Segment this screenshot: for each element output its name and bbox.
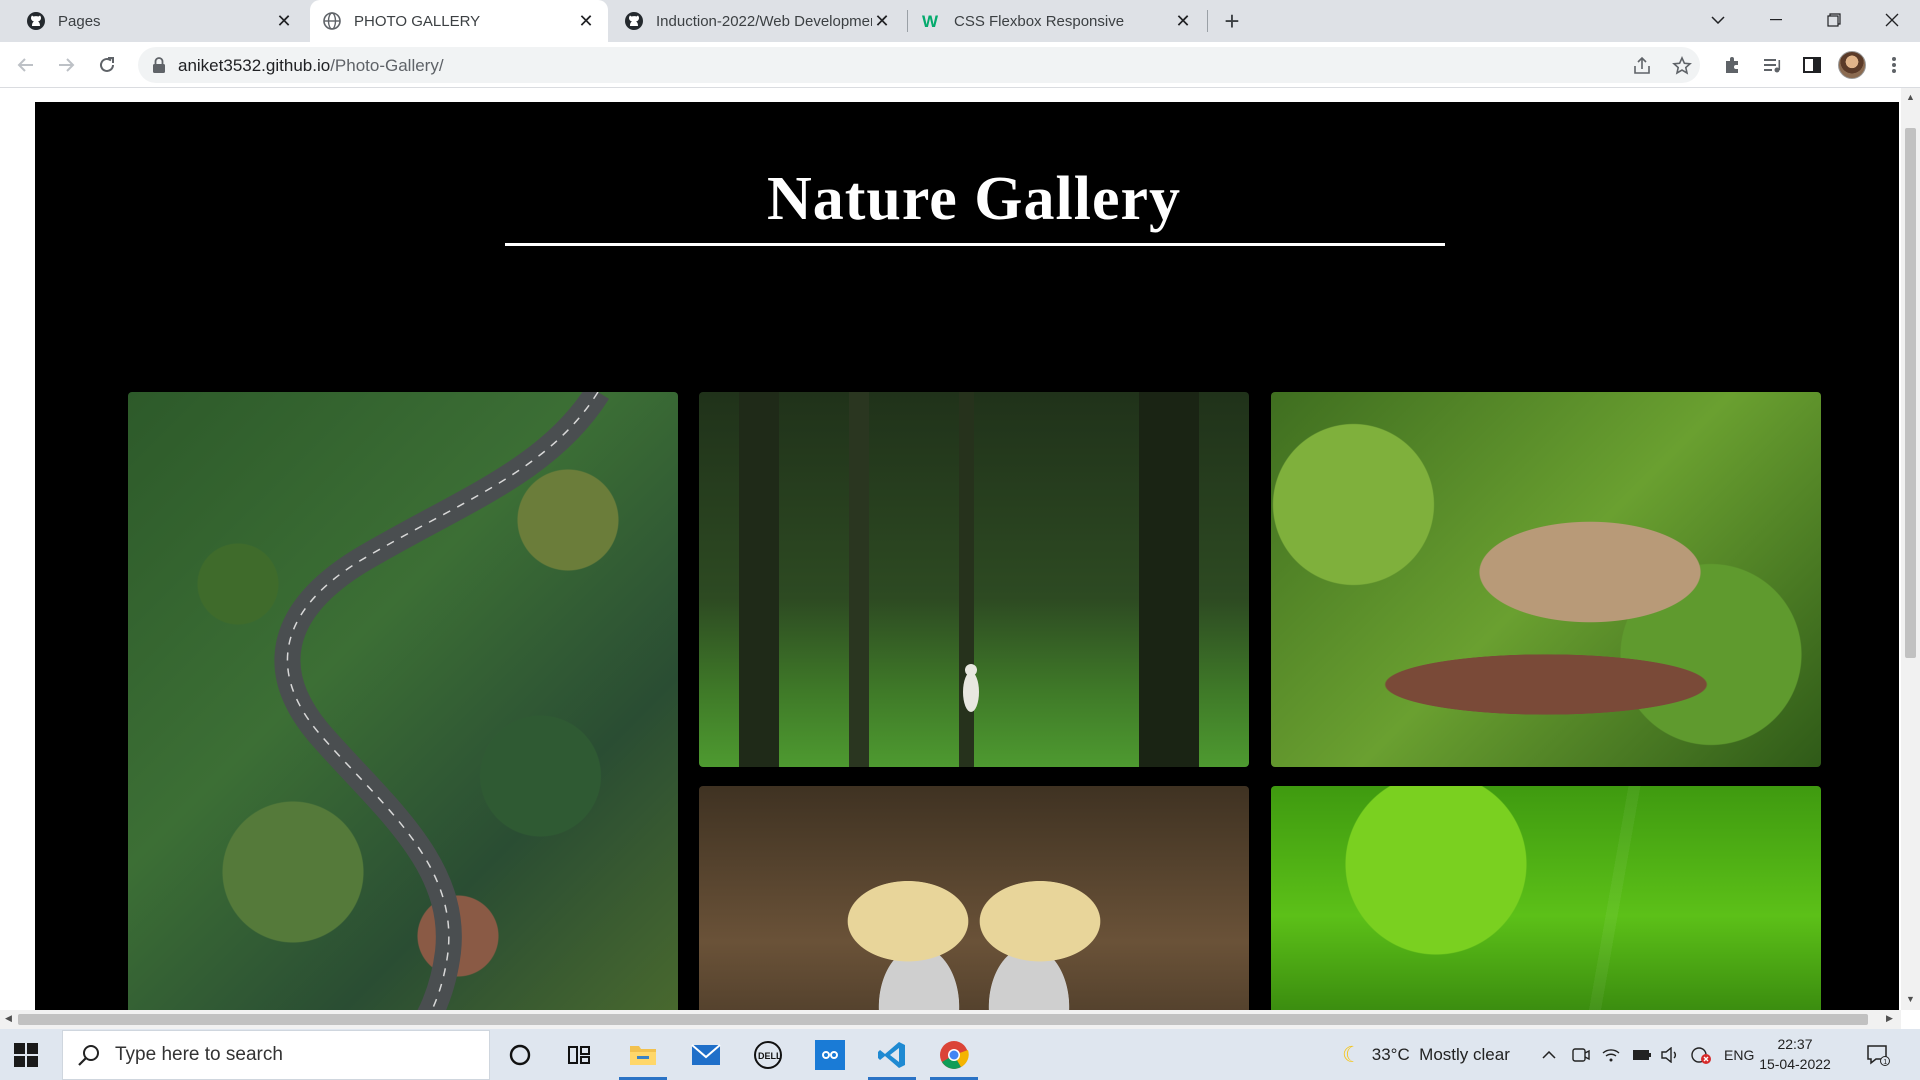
minimize-button[interactable] <box>1750 0 1802 40</box>
tab-induction[interactable]: Induction-2022/Web Development ✕ <box>612 0 904 42</box>
tab-title: CSS Flexbox Responsive <box>954 12 1125 30</box>
moon-icon: ☾ <box>1342 1041 1362 1067</box>
vscode-icon[interactable] <box>864 1029 920 1080</box>
close-icon[interactable]: ✕ <box>1173 11 1193 31</box>
svg-text:W: W <box>922 12 939 30</box>
vertical-scroll-thumb[interactable] <box>1905 128 1916 658</box>
tab-separator <box>907 10 908 32</box>
photo-forest[interactable] <box>699 392 1249 767</box>
address-bar[interactable]: aniket3532.github.io/Photo-Gallery/ <box>138 47 1700 83</box>
photo-aerial-road[interactable] <box>128 392 678 1010</box>
scroll-left-arrow-icon[interactable]: ◀ <box>5 1013 12 1024</box>
battery-icon[interactable] <box>1632 1029 1652 1080</box>
clock-date: 15-04-2022 <box>1759 1056 1831 1072</box>
volume-icon[interactable] <box>1660 1029 1680 1080</box>
tab-pages[interactable]: Pages ✕ <box>14 0 306 42</box>
media-control-icon[interactable] <box>1756 49 1788 81</box>
clock[interactable]: 22:37 15-04-2022 <box>1750 1034 1840 1074</box>
vertical-scrollbar[interactable]: ▲ ▼ <box>1901 88 1920 1010</box>
url-host: aniket3532.github.io <box>178 56 331 75</box>
svg-text:DELL: DELL <box>758 1051 782 1061</box>
tab-title: Induction-2022/Web Development <box>656 12 872 30</box>
mail-icon[interactable] <box>678 1029 734 1080</box>
wifi-icon[interactable] <box>1602 1029 1620 1080</box>
notification-count: 1 <box>1883 1059 1887 1066</box>
title-word-nature: Nature <box>766 165 958 233</box>
close-icon[interactable]: ✕ <box>274 11 294 31</box>
github-icon <box>26 11 46 31</box>
bookmark-star-icon[interactable] <box>1670 54 1694 78</box>
close-icon[interactable]: ✕ <box>576 11 596 31</box>
page-viewport: Nature Gallery <box>0 88 1901 1010</box>
url-path: /Photo-Gallery/ <box>330 56 444 75</box>
tab-css-flexbox[interactable]: W CSS Flexbox Responsive ✕ <box>910 0 1205 42</box>
photo-grass[interactable] <box>1271 786 1821 1010</box>
extensions-icon[interactable] <box>1716 49 1748 81</box>
close-icon[interactable]: ✕ <box>872 11 892 31</box>
title-underline <box>505 243 1445 246</box>
globe-icon <box>322 11 342 31</box>
windows-taskbar: Type here to search DELL ☾ 33°C Mostly c… <box>0 1029 1920 1080</box>
scroll-down-arrow-icon[interactable]: ▼ <box>1906 994 1915 1004</box>
back-button[interactable] <box>10 49 42 81</box>
file-explorer-icon[interactable] <box>615 1029 671 1080</box>
url-text[interactable]: aniket3532.github.io/Photo-Gallery/ <box>178 56 444 76</box>
gallery-page: Nature Gallery <box>35 102 1899 1010</box>
task-view-icon[interactable] <box>552 1029 608 1080</box>
side-panel-icon[interactable] <box>1796 49 1828 81</box>
clock-time: 22:37 <box>1777 1036 1813 1052</box>
tab-title: PHOTO GALLERY <box>354 12 481 30</box>
new-tab-button[interactable]: + <box>1216 6 1248 36</box>
dell-icon[interactable]: DELL <box>740 1029 796 1080</box>
show-hidden-icons-chevron-icon[interactable] <box>1542 1029 1556 1080</box>
page-title: Nature Gallery <box>35 164 1901 235</box>
horizontal-scrollbar[interactable]: ◀ ▶ <box>0 1010 1901 1029</box>
weather-text: 33°C Mostly clear <box>1371 1044 1510 1064</box>
scroll-right-arrow-icon[interactable]: ▶ <box>1886 1013 1893 1024</box>
photo-chipmunk[interactable] <box>1271 392 1821 767</box>
horizontal-scroll-thumb[interactable] <box>18 1014 1868 1025</box>
scroll-up-arrow-icon[interactable]: ▲ <box>1906 92 1915 102</box>
search-icon <box>78 1045 99 1066</box>
restore-button[interactable] <box>1808 0 1860 40</box>
photo-crowned-cranes[interactable] <box>699 786 1249 1010</box>
chrome-icon[interactable] <box>926 1029 982 1080</box>
cortana-icon[interactable] <box>492 1029 548 1080</box>
reload-button[interactable] <box>91 49 123 81</box>
dell-mobile-connect-icon[interactable] <box>802 1029 858 1080</box>
browser-toolbar: aniket3532.github.io/Photo-Gallery/ <box>0 42 1920 88</box>
close-window-button[interactable] <box>1866 0 1918 40</box>
github-icon <box>624 11 644 31</box>
taskbar-search-box[interactable]: Type here to search <box>62 1030 490 1080</box>
title-word-gallery: Gallery <box>974 165 1182 233</box>
menu-kebab-icon[interactable] <box>1878 49 1910 81</box>
forward-button[interactable] <box>50 49 82 81</box>
tab-strip: Pages ✕ PHOTO GALLERY ✕ Induction-2022/W… <box>0 0 1920 42</box>
tab-search-chevron-icon[interactable] <box>1692 0 1744 40</box>
tab-separator <box>1207 10 1208 32</box>
notification-center-icon[interactable]: 1 <box>1866 1029 1890 1080</box>
search-placeholder: Type here to search <box>115 1044 283 1065</box>
tab-title: Pages <box>58 12 101 30</box>
windows-start-icon[interactable] <box>14 1043 38 1067</box>
network-error-icon[interactable] <box>1690 1029 1712 1080</box>
weather-widget[interactable]: ☾ 33°C Mostly clear <box>1342 1029 1510 1080</box>
lock-icon[interactable] <box>150 56 168 74</box>
w3schools-icon: W <box>922 11 942 31</box>
meet-now-icon[interactable] <box>1572 1029 1590 1080</box>
share-icon[interactable] <box>1630 54 1654 78</box>
tab-photo-gallery[interactable]: PHOTO GALLERY ✕ <box>310 0 608 42</box>
profile-avatar[interactable] <box>1838 51 1866 79</box>
